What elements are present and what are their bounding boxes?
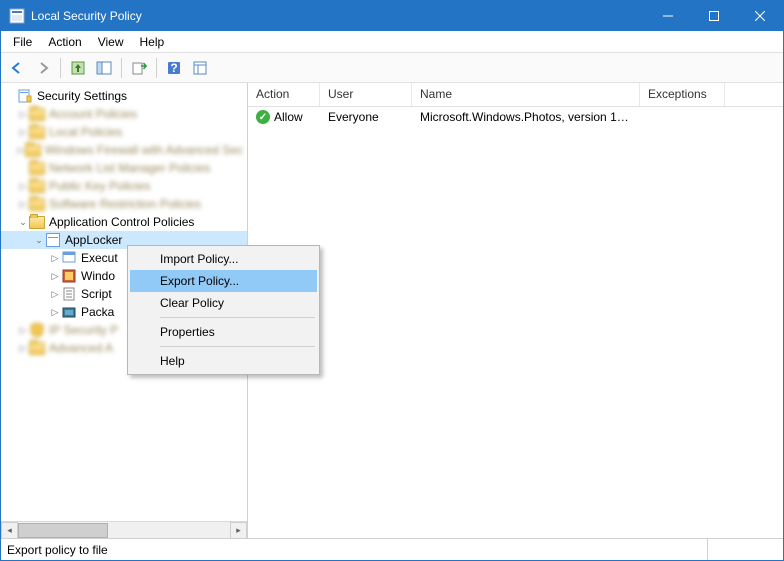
- folder-icon: [29, 124, 45, 140]
- expander-icon[interactable]: ▷: [17, 145, 25, 156]
- svg-text:?: ?: [170, 61, 177, 75]
- app-icon: [9, 8, 25, 24]
- tree-item[interactable]: ▷Local Policies: [1, 123, 247, 141]
- expander-icon[interactable]: ▷: [17, 343, 29, 354]
- list-pane: Action User Name Exceptions Allow Everyo…: [248, 83, 783, 538]
- menu-help[interactable]: Help: [132, 33, 173, 51]
- shield-icon: [29, 322, 45, 338]
- cell-action: Allow: [248, 110, 320, 124]
- column-user[interactable]: User: [320, 83, 412, 106]
- menu-action[interactable]: Action: [40, 33, 89, 51]
- column-exceptions[interactable]: Exceptions: [640, 83, 725, 106]
- folder-icon: [29, 160, 45, 176]
- scroll-thumb[interactable]: [18, 523, 108, 538]
- context-menu: Import Policy... Export Policy... Clear …: [127, 245, 320, 375]
- allow-icon: [256, 110, 270, 124]
- ctx-import-policy[interactable]: Import Policy...: [130, 248, 317, 270]
- tree-item[interactable]: Network List Manager Policies: [1, 159, 247, 177]
- scroll-track[interactable]: [18, 522, 230, 539]
- window: Local Security Policy File Action View H…: [0, 0, 784, 561]
- expander-icon[interactable]: ▷: [17, 199, 29, 210]
- rules-icon: [61, 250, 77, 266]
- rules-icon: [61, 268, 77, 284]
- tree-item[interactable]: ▷Public Key Policies: [1, 177, 247, 195]
- ctx-help[interactable]: Help: [130, 350, 317, 372]
- expander-icon[interactable]: ▷: [49, 289, 61, 300]
- help-button[interactable]: ?: [162, 56, 186, 80]
- tree-item[interactable]: ▷Account Policies: [1, 105, 247, 123]
- up-button[interactable]: [66, 56, 90, 80]
- list-row[interactable]: Allow Everyone Microsoft.Windows.Photos,…: [248, 107, 783, 127]
- ctx-properties[interactable]: Properties: [130, 321, 317, 343]
- expander-icon[interactable]: ▷: [17, 181, 29, 192]
- maximize-button[interactable]: [691, 1, 737, 31]
- expander-icon[interactable]: ▷: [49, 271, 61, 282]
- menu-file[interactable]: File: [5, 33, 40, 51]
- security-settings-icon: [17, 88, 33, 104]
- folder-icon: [25, 142, 41, 158]
- status-text: Export policy to file: [7, 543, 707, 557]
- folder-icon: [29, 178, 45, 194]
- titlebar: Local Security Policy: [1, 1, 783, 31]
- tree-root[interactable]: Security Settings: [1, 87, 247, 105]
- statusbar: Export policy to file: [1, 538, 783, 560]
- list-header: Action User Name Exceptions: [248, 83, 783, 107]
- expander-icon[interactable]: ▷: [49, 253, 61, 264]
- scroll-left-button[interactable]: ◂: [1, 522, 18, 539]
- toolbar: ?: [1, 53, 783, 83]
- rules-icon: [61, 286, 77, 302]
- ctx-separator: [160, 346, 315, 347]
- show-hide-tree-button[interactable]: [92, 56, 116, 80]
- properties-button[interactable]: [188, 56, 212, 80]
- column-name[interactable]: Name: [412, 83, 640, 106]
- export-button[interactable]: [127, 56, 151, 80]
- rules-icon: [61, 304, 77, 320]
- toolbar-separator: [156, 58, 157, 78]
- tree-item[interactable]: ▷Windows Firewall with Advanced Sec: [1, 141, 247, 159]
- menu-view[interactable]: View: [90, 33, 132, 51]
- back-button[interactable]: [5, 56, 29, 80]
- tree-root-label: Security Settings: [37, 89, 127, 103]
- ctx-clear-policy[interactable]: Clear Policy: [130, 292, 317, 314]
- cell-name: Microsoft.Windows.Photos, version 16....: [412, 110, 640, 124]
- folder-icon: [29, 340, 45, 356]
- content-area: Security Settings ▷Account Policies ▷Loc…: [1, 83, 783, 538]
- expander-icon[interactable]: ⌄: [17, 217, 29, 228]
- folder-icon: [29, 214, 45, 230]
- expander-icon[interactable]: ▷: [17, 127, 29, 138]
- scroll-right-button[interactable]: ▸: [230, 522, 247, 539]
- expander-icon[interactable]: ▷: [17, 325, 29, 336]
- ctx-separator: [160, 317, 315, 318]
- cell-user: Everyone: [320, 110, 412, 124]
- forward-button[interactable]: [31, 56, 55, 80]
- menubar: File Action View Help: [1, 31, 783, 53]
- minimize-button[interactable]: [645, 1, 691, 31]
- tree-item[interactable]: ▷Software Restriction Policies: [1, 195, 247, 213]
- folder-icon: [29, 106, 45, 122]
- horizontal-scrollbar[interactable]: ◂ ▸: [1, 521, 247, 538]
- expander-icon[interactable]: ⌄: [33, 235, 45, 246]
- applocker-icon: [45, 232, 61, 248]
- column-spacer: [725, 83, 783, 106]
- window-title: Local Security Policy: [31, 9, 645, 23]
- tree-item-app-control[interactable]: ⌄Application Control Policies: [1, 213, 247, 231]
- status-cell: [707, 539, 777, 560]
- expander-icon[interactable]: ▷: [17, 109, 29, 120]
- ctx-export-policy[interactable]: Export Policy...: [130, 270, 317, 292]
- toolbar-separator: [60, 58, 61, 78]
- expander-icon[interactable]: ▷: [49, 307, 61, 318]
- folder-icon: [29, 196, 45, 212]
- toolbar-separator: [121, 58, 122, 78]
- close-button[interactable]: [737, 1, 783, 31]
- list-body: Allow Everyone Microsoft.Windows.Photos,…: [248, 107, 783, 538]
- column-action[interactable]: Action: [248, 83, 320, 106]
